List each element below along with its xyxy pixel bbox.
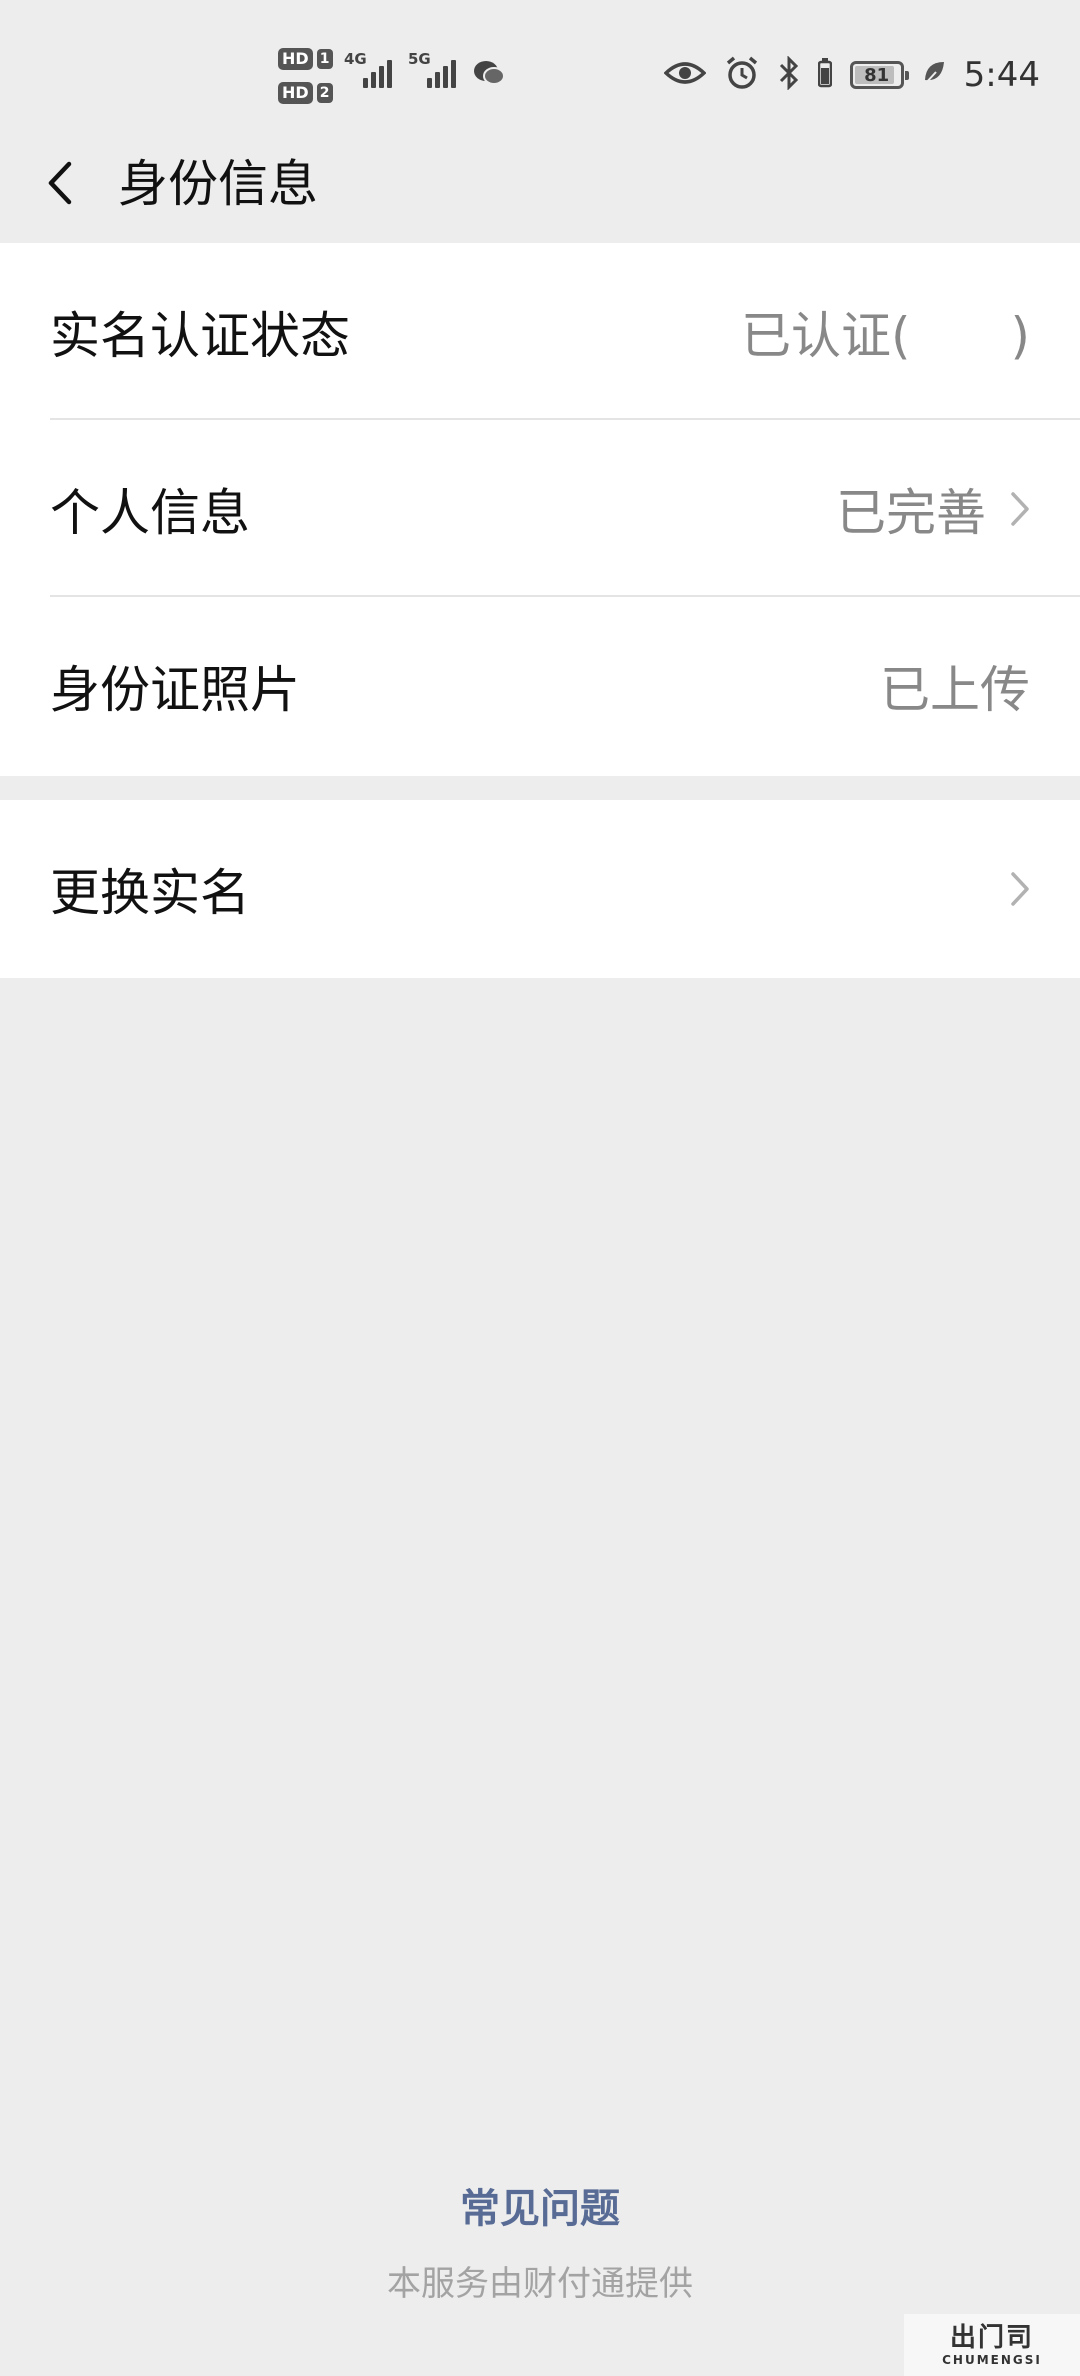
leaf-icon <box>922 60 946 90</box>
signal-2-icon: 5G <box>408 50 456 88</box>
sim1-number: 1 <box>316 49 333 69</box>
watermark-top: 出门司 <box>949 2323 1034 2353</box>
watermark-bottom: CHUMENGSI <box>942 2353 1042 2367</box>
row-personal-info[interactable]: 个人信息 已完善 <box>0 420 1080 597</box>
chevron-left-icon <box>45 158 75 212</box>
chevron-right-icon <box>1010 489 1030 529</box>
alarm-icon <box>724 55 760 95</box>
id-photo-value: 已上传 <box>880 660 1030 719</box>
sim2-hd-label: HD <box>278 82 313 104</box>
status-bar: HD 1 HD 2 4G 5G 81 5:44 <box>0 0 1080 150</box>
watermark-logo: 出门司 CHUMENGSI <box>904 2314 1080 2376</box>
sim1-hd-label: HD <box>278 48 313 70</box>
provider-text: 本服务由财付通提供 <box>387 2264 693 2304</box>
id-photo-label: 身份证照片 <box>50 660 300 719</box>
faq-link[interactable]: 常见问题 <box>0 2176 1080 2234</box>
page-title: 身份信息 <box>118 155 318 213</box>
navigation-bar: 身份信息 <box>0 130 1080 240</box>
status-right-group: 81 5:44 <box>663 50 1040 100</box>
sim2-number: 2 <box>316 83 333 103</box>
row-change-real-name[interactable]: 更换实名 <box>0 800 1080 977</box>
battery-level: 81 <box>864 64 890 86</box>
wechat-notification-icon <box>472 58 506 92</box>
status-time: 5:44 <box>963 55 1040 95</box>
eye-icon <box>663 59 707 91</box>
verification-status-value: 已认证( ) <box>740 306 1030 365</box>
change-name-group: 更换实名 <box>0 800 1080 978</box>
change-real-name-value-group <box>986 869 1030 909</box>
network-type-1: 4G <box>344 50 367 68</box>
personal-info-value: 已完善 <box>836 483 986 542</box>
back-button[interactable] <box>30 150 90 220</box>
personal-info-label: 个人信息 <box>50 483 250 542</box>
signal-1-icon: 4G <box>344 50 392 88</box>
sim1-indicator: HD 1 <box>278 46 334 72</box>
personal-info-value-group: 已完善 <box>836 473 1030 545</box>
change-real-name-label: 更换实名 <box>50 863 250 922</box>
network-type-2: 5G <box>408 50 431 68</box>
charging-icon <box>817 58 832 92</box>
verification-status-label: 实名认证状态 <box>50 306 350 365</box>
chevron-right-icon <box>1010 869 1030 909</box>
battery-icon: 81 <box>849 61 909 89</box>
row-verification-status: 实名认证状态 已认证( ) <box>0 243 1080 420</box>
row-id-photo: 身份证照片 已上传 <box>0 597 1080 774</box>
verification-info-group: 实名认证状态 已认证( ) 个人信息 已完善 身份证照片 已上传 <box>0 243 1080 776</box>
sim2-indicator: HD 2 <box>278 80 334 106</box>
bluetooth-icon <box>778 55 800 94</box>
